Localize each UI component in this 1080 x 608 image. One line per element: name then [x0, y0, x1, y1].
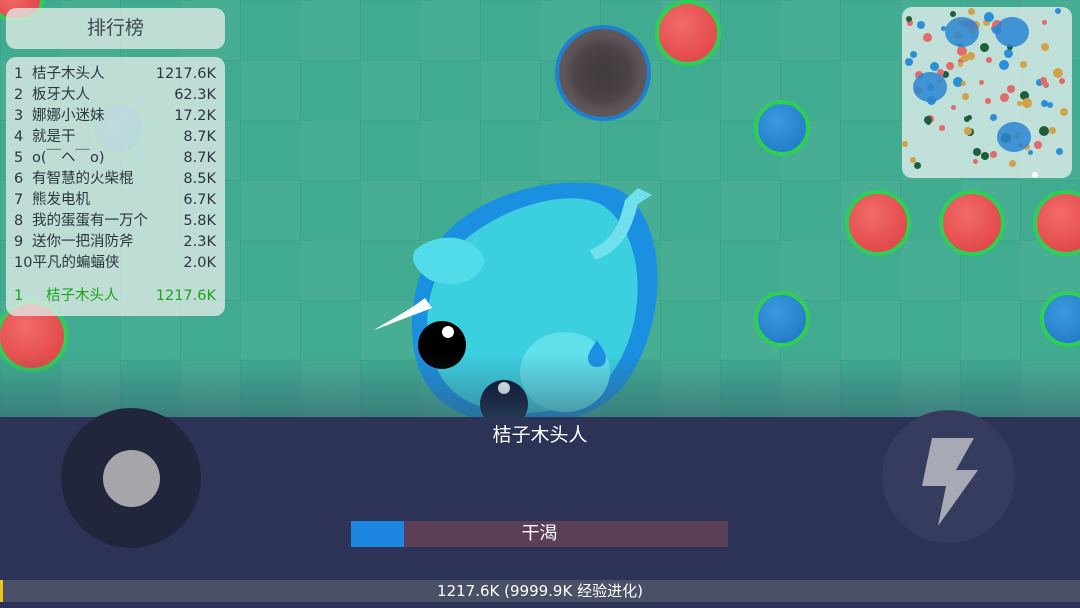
leaderboard-row: 4 就是干 8.7K: [14, 129, 216, 145]
minimap-dot: [946, 62, 954, 70]
minimap-player-marker: [1032, 172, 1038, 178]
minimap-dot: [906, 16, 912, 22]
joystick-icon[interactable]: [103, 450, 160, 507]
thirst-meter: 干渴: [351, 521, 728, 547]
leaderboard-row: 1 桔子木头人 1217.6K: [14, 66, 216, 82]
leaderboard-row: 7 熊发电机 6.7K: [14, 192, 216, 208]
minimap-dot: [961, 54, 969, 62]
leaderboard: 1 桔子木头人 1217.6K 2 板牙大人 62.3K 3 娜娜小迷妹 17.2K 4 就是…: [6, 57, 225, 316]
minimap-dot: [1000, 93, 1009, 102]
minimap-dot: [950, 11, 956, 17]
water-edge-shade: [0, 355, 1080, 417]
minimap-dot: [902, 141, 908, 147]
minimap-dot: [1047, 102, 1053, 108]
minimap-dot: [1053, 68, 1063, 78]
minimap-dot: [1041, 43, 1049, 51]
xp-label: 1217.6K (9999.9K 经验进化): [437, 582, 643, 600]
minimap-dot: [1039, 126, 1049, 136]
minimap-dot: [1042, 20, 1047, 25]
food-water-drop: [754, 291, 810, 347]
minimap: [902, 7, 1072, 178]
leaderboard-row: 6 有智慧的火柴棍 8.5K: [14, 171, 216, 187]
minimap-dot: [1040, 77, 1047, 84]
minimap-dot: [1060, 108, 1068, 116]
leaderboard-row: 2 板牙大人 62.3K: [14, 87, 216, 103]
minimap-dot: [1055, 8, 1061, 14]
lightning-bolt-icon: [922, 438, 978, 526]
minimap-dot: [1004, 49, 1013, 58]
minimap-dot: [1028, 150, 1033, 155]
creature-eye-glint: [442, 326, 454, 338]
minimap-dot: [964, 127, 972, 135]
minimap-dot: [961, 81, 966, 86]
leaderboard-row: 5 o(￣ヘ￣o) 8.7K: [14, 150, 216, 166]
leaderboard-row: 8 我的蛋蛋有一万个 5.8K: [14, 213, 216, 229]
minimap-dot: [1022, 98, 1032, 108]
leaderboard-row: 9 送你一把消防斧 2.3K: [14, 234, 216, 250]
minimap-dot: [973, 148, 981, 156]
minimap-dot: [979, 80, 984, 85]
minimap-dot: [939, 125, 945, 131]
food-water-drop: [754, 100, 810, 156]
minimap-dot: [990, 114, 997, 121]
minimap-lake: [945, 17, 979, 47]
leaderboard-title: 排行榜: [6, 8, 225, 49]
minimap-dot: [1049, 127, 1056, 134]
minimap-dot: [980, 43, 989, 52]
leaderboard-row: 3 娜娜小迷妹 17.2K: [14, 108, 216, 124]
boost-button[interactable]: [882, 410, 1015, 543]
movement-joystick[interactable]: [61, 408, 201, 548]
minimap-dot: [905, 58, 913, 66]
minimap-dot: [981, 152, 989, 160]
leaderboard-self-row: 1 桔子木头人 1217.6K: [14, 288, 216, 304]
leaderboard-row: 10平凡的蝙蝠侠 2.0K: [14, 255, 216, 271]
minimap-dot: [985, 98, 991, 104]
minimap-dot: [917, 21, 925, 29]
hiding-hole[interactable]: [555, 25, 651, 121]
minimap-dot: [923, 33, 932, 42]
xp-bar: 1217.6K (9999.9K 经验进化): [0, 580, 1080, 602]
minimap-dot: [968, 8, 975, 15]
minimap-dot: [964, 116, 970, 122]
food-berry: [845, 190, 911, 256]
minimap-lake: [995, 17, 1029, 47]
minimap-dot: [1020, 61, 1027, 68]
minimap-dot: [951, 105, 956, 110]
minimap-dot: [1059, 78, 1065, 84]
minimap-dot: [990, 151, 997, 158]
minimap-dot: [1056, 148, 1063, 155]
minimap-dot: [1009, 160, 1016, 167]
minimap-dot: [914, 162, 921, 169]
minimap-dot: [986, 57, 992, 63]
minimap-dot: [958, 62, 963, 67]
minimap-dot: [924, 116, 932, 124]
thirst-label: 干渴: [521, 523, 558, 544]
minimap-dot: [1034, 141, 1042, 149]
minimap-dot: [962, 93, 969, 100]
food-berry: [655, 0, 721, 66]
minimap-dot: [973, 159, 978, 164]
minimap-lake: [913, 72, 947, 102]
minimap-dot: [999, 60, 1009, 70]
minimap-lake: [997, 122, 1031, 152]
food-berry: [939, 190, 1005, 256]
minimap-dot: [1007, 85, 1015, 93]
minimap-dot: [910, 51, 917, 58]
